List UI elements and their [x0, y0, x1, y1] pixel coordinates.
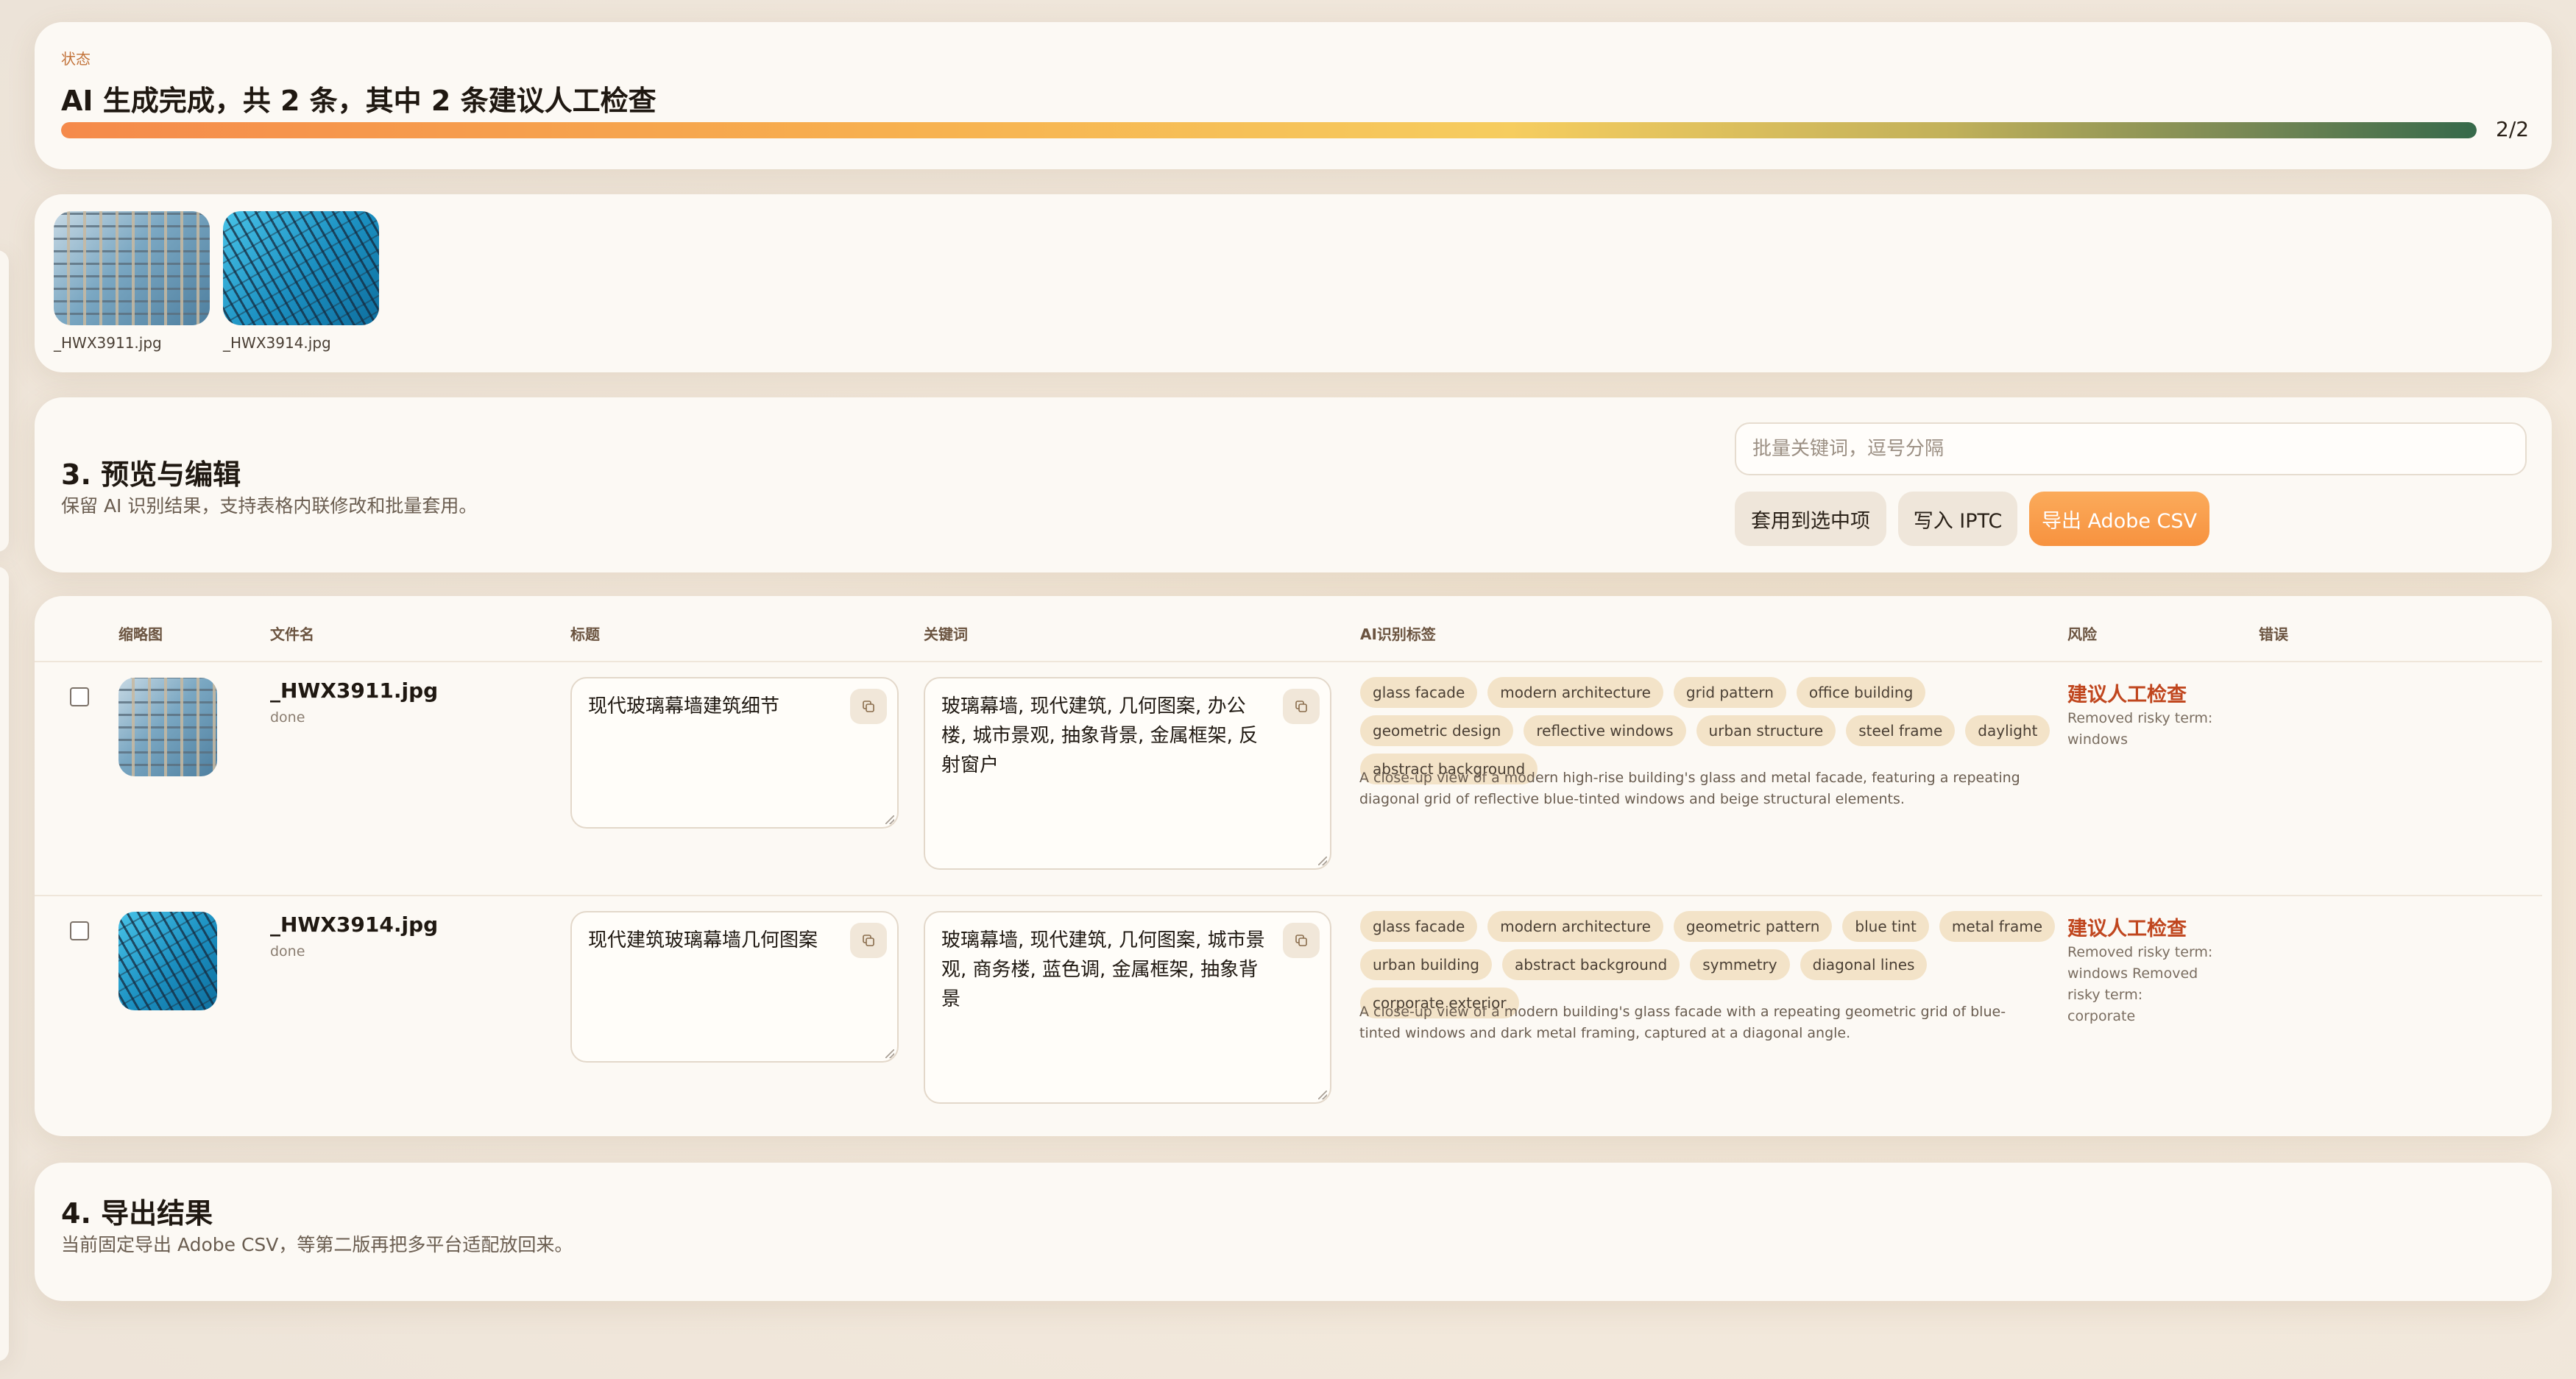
keywords-text: 玻璃幕墙, 现代建筑, 几何图案, 城市景观, 商务楼, 蓝色调, 金属框架, …: [941, 929, 1265, 1010]
header-ai-tags: AI识别标签: [1360, 625, 1436, 643]
ai-tag: daylight: [1965, 715, 2050, 746]
keywords-editor[interactable]: 玻璃幕墙, 现代建筑, 几何图案, 办公楼, 城市景观, 抽象背景, 金属框架,…: [924, 677, 1331, 870]
batch-keywords-input[interactable]: [1735, 422, 2527, 475]
risk-notes: Removed risky term: windows: [2067, 710, 2213, 748]
ai-tag: blue tint: [1842, 911, 1929, 942]
title-text: 现代建筑玻璃幕墙几何图案: [588, 929, 818, 951]
ai-tag: glass facade: [1360, 911, 1478, 942]
header-risk: 风险: [2067, 625, 2097, 643]
ai-tag: metal frame: [1939, 911, 2056, 942]
status-message: AI 生成完成，共 2 条，其中 2 条建议人工检查: [61, 85, 657, 117]
thumbnail-image[interactable]: [54, 211, 210, 325]
status-label: 状态: [61, 50, 91, 68]
progress-bar: [61, 122, 2477, 138]
ai-tag: abstract background: [1502, 949, 1680, 980]
ai-description: A close-up view of a modern high-rise bu…: [1359, 770, 2020, 807]
ai-tag: steel frame: [1846, 715, 1956, 746]
side-panel-edge: [0, 567, 9, 1361]
title-text: 现代玻璃幕墙建筑细节: [588, 695, 780, 717]
title-editor[interactable]: 现代建筑玻璃幕墙几何图案: [570, 911, 899, 1063]
copy-icon: [1295, 701, 1307, 712]
ai-tag: urban structure: [1696, 715, 1836, 746]
copy-icon: [863, 701, 874, 712]
row-status: done: [270, 943, 305, 960]
table-row: _HWX3914.jpg done 现代建筑玻璃幕墙几何图案 玻璃幕墙, 现代建…: [35, 896, 2552, 1130]
progress-count: 2/2: [2496, 117, 2530, 141]
export-card: 4. 导出结果 当前固定导出 Adobe CSV，等第二版再把多平台适配放回来。: [35, 1163, 2552, 1301]
row-checkbox[interactable]: [70, 687, 89, 706]
copy-keywords-button[interactable]: [1283, 689, 1320, 724]
keywords-editor[interactable]: 玻璃幕墙, 现代建筑, 几何图案, 城市景观, 商务楼, 蓝色调, 金属框架, …: [924, 911, 1331, 1104]
header-error: 错误: [2259, 625, 2288, 643]
table-row: _HWX3911.jpg done 现代玻璃幕墙建筑细节 玻璃幕墙, 现代建筑,…: [35, 662, 2552, 896]
header-filename: 文件名: [270, 625, 314, 643]
ai-tag: symmetry: [1690, 949, 1790, 980]
ai-description: A close-up view of a modern building's g…: [1359, 1004, 2006, 1041]
row-status: done: [270, 709, 305, 726]
risk-status: 建议人工检查: [2067, 684, 2187, 706]
ai-tag: office building: [1796, 677, 1926, 708]
header-keywords: 关键词: [924, 625, 968, 643]
ai-tag: diagonal lines: [1800, 949, 1928, 980]
thumbnail-filename: _HWX3911.jpg: [54, 334, 162, 352]
resize-handle[interactable]: [1318, 857, 1327, 865]
ai-tag: glass facade: [1360, 677, 1478, 708]
thumbnail-item[interactable]: _HWX3914.jpg: [223, 211, 379, 352]
section-subtitle: 当前固定导出 Adobe CSV，等第二版再把多平台适配放回来。: [61, 1234, 573, 1255]
section-title: 3. 预览与编辑: [61, 458, 241, 491]
write-iptc-button[interactable]: 写入 IPTC: [1898, 492, 2017, 546]
copy-title-button[interactable]: [850, 923, 887, 958]
risk-status: 建议人工检查: [2067, 918, 2187, 940]
copy-icon: [863, 935, 874, 946]
risk-notes: Removed risky term: windows Removed risk…: [2067, 944, 2213, 1024]
ai-tag: geometric design: [1360, 715, 1514, 746]
resize-handle[interactable]: [885, 815, 894, 824]
header-thumbnail: 缩略图: [118, 625, 163, 643]
ai-tag: modern architecture: [1487, 677, 1663, 708]
keywords-text: 玻璃幕墙, 现代建筑, 几何图案, 办公楼, 城市景观, 抽象背景, 金属框架,…: [941, 695, 1259, 776]
thumbnail-item[interactable]: _HWX3911.jpg: [54, 211, 210, 352]
progress-fill: [61, 122, 2477, 138]
thumbnail-filename: _HWX3914.jpg: [223, 334, 331, 352]
thumbnail-strip: _HWX3911.jpg _HWX3914.jpg: [35, 194, 2552, 372]
preview-edit-card: 3. 预览与编辑 保留 AI 识别结果，支持表格内联修改和批量套用。 套用到选中…: [35, 397, 2552, 572]
row-thumbnail: [118, 678, 217, 776]
export-adobe-csv-button[interactable]: 导出 Adobe CSV: [2029, 492, 2209, 546]
thumbnail-image[interactable]: [223, 211, 379, 325]
side-panel-edge: [0, 250, 9, 552]
results-table: 缩略图 文件名 标题 关键词 AI识别标签 风险 错误 _HWX3911.jpg…: [35, 596, 2552, 1136]
row-checkbox[interactable]: [70, 921, 89, 940]
resize-handle[interactable]: [885, 1049, 894, 1058]
row-thumbnail: [118, 912, 217, 1010]
ai-tag: reflective windows: [1524, 715, 1686, 746]
header-title: 标题: [570, 625, 600, 643]
copy-icon: [1295, 935, 1307, 946]
row-filename: _HWX3911.jpg: [270, 678, 439, 703]
copy-keywords-button[interactable]: [1283, 923, 1320, 958]
ai-tag: grid pattern: [1673, 677, 1786, 708]
row-filename: _HWX3914.jpg: [270, 912, 439, 937]
title-editor[interactable]: 现代玻璃幕墙建筑细节: [570, 677, 899, 829]
resize-handle[interactable]: [1318, 1091, 1327, 1099]
section-title: 4. 导出结果: [61, 1197, 213, 1230]
copy-title-button[interactable]: [850, 689, 887, 724]
apply-to-selected-button[interactable]: 套用到选中项: [1735, 492, 1886, 546]
ai-tag: geometric pattern: [1673, 911, 1833, 942]
status-card: 状态 AI 生成完成，共 2 条，其中 2 条建议人工检查 2/2: [35, 22, 2552, 169]
ai-tag: urban building: [1360, 949, 1492, 980]
ai-tag: modern architecture: [1487, 911, 1663, 942]
section-subtitle: 保留 AI 识别结果，支持表格内联修改和批量套用。: [61, 495, 478, 517]
